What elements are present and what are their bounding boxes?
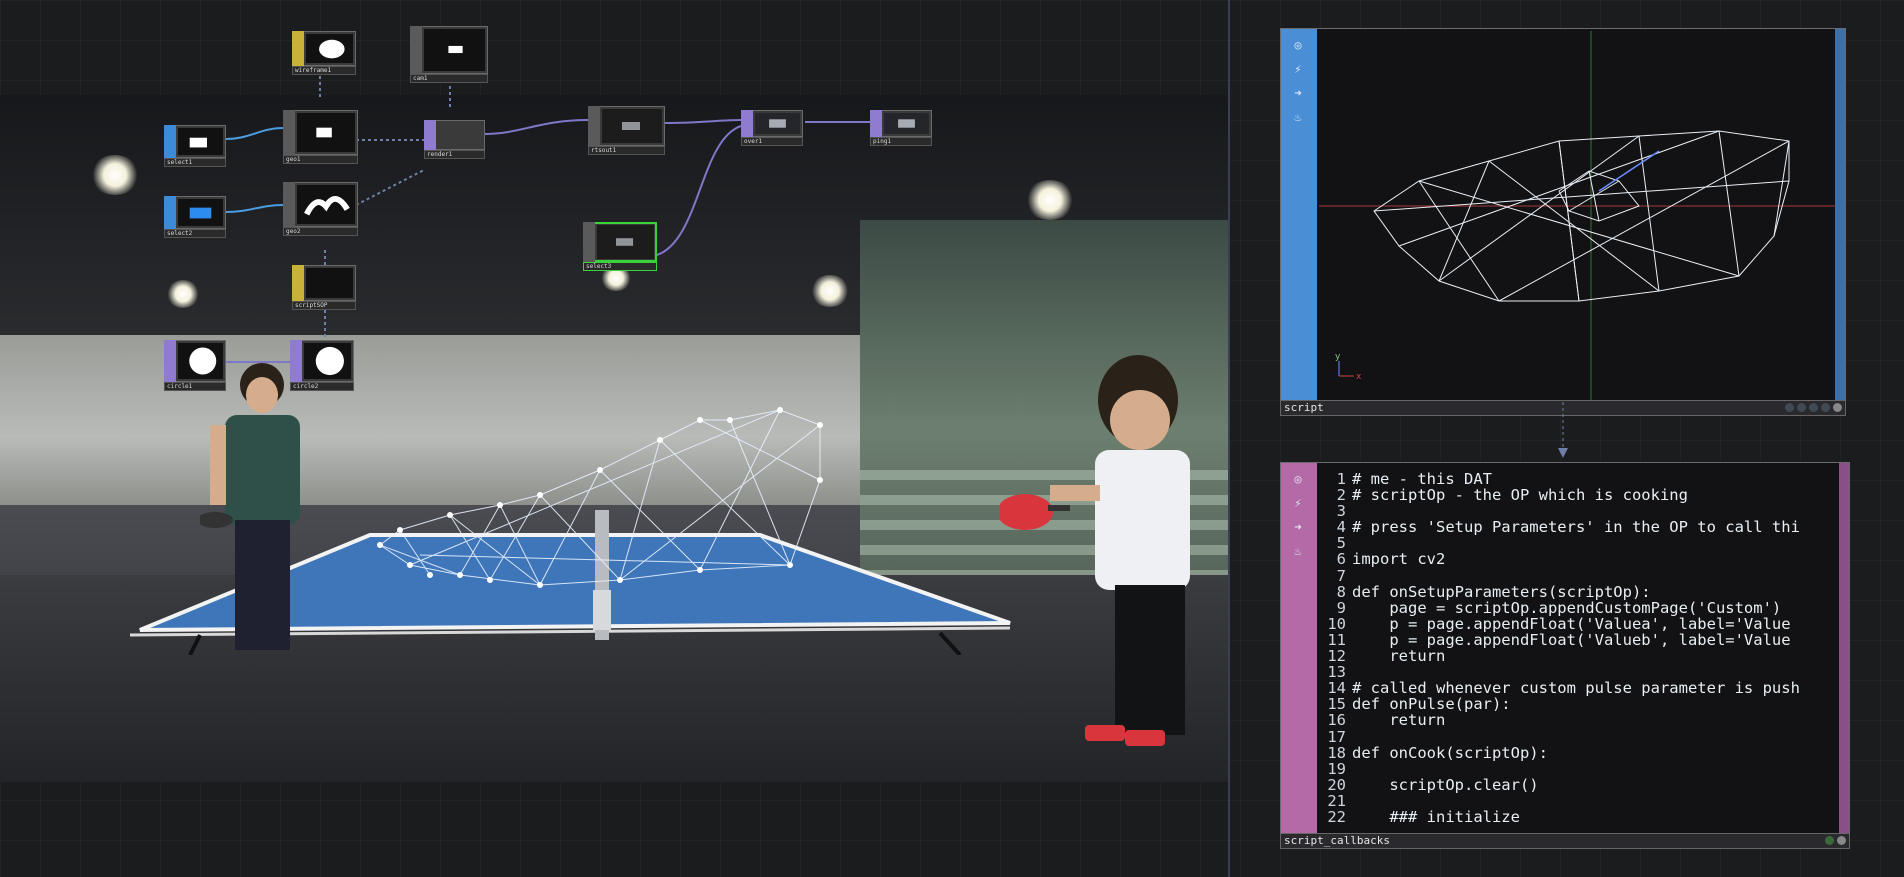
target-icon[interactable]: ◎ xyxy=(1287,469,1309,489)
node-label: cam1 xyxy=(410,74,488,83)
viewer-name-label: script_callbacks xyxy=(1284,834,1390,847)
node-label: select3 xyxy=(583,262,657,271)
code-line: 17 xyxy=(1327,727,1346,746)
viewer-flags xyxy=(1785,403,1842,412)
code-line: 9 page = scriptOp.appendCustomPage('Cust… xyxy=(1336,598,1782,617)
code-line: 4 # press 'Setup Parameters' in the OP to… xyxy=(1336,518,1800,537)
code-editor[interactable]: 1 # me - this DAT 2 # scriptOp - the OP wh… xyxy=(1318,471,1832,831)
viewer-right-bar[interactable] xyxy=(1839,463,1849,833)
node-label: scriptSOP xyxy=(292,301,356,310)
node-label: wireframe1 xyxy=(292,66,356,75)
code-line: 2 # scriptOp - the OP which is cooking xyxy=(1336,486,1688,505)
code-line: 8 def onSetupParameters(scriptOp): xyxy=(1336,582,1651,601)
viewer-side-toolbar: ◎ ⚡ ➜ ♨ xyxy=(1281,463,1317,833)
code-line: 18 def onCook(scriptOp): xyxy=(1327,743,1548,762)
arrow-right-icon[interactable]: ➜ xyxy=(1287,517,1309,537)
person-right xyxy=(1000,355,1190,746)
ceiling-light xyxy=(810,275,850,307)
code-line: 14 # called whenever custom pulse paramet… xyxy=(1327,679,1800,698)
code-line: 3 xyxy=(1336,502,1346,521)
target-icon[interactable]: ◎ xyxy=(1287,35,1309,55)
axis-label-y: y xyxy=(1335,352,1341,362)
node-circle-b[interactable]: circle2 xyxy=(290,340,354,391)
ceiling-light xyxy=(166,280,200,308)
code-line: 11 p = page.appendFloat('Valueb', label=… xyxy=(1327,630,1791,649)
code-line: 7 xyxy=(1336,566,1346,585)
node-label: select1 xyxy=(164,158,226,167)
viewer-name-bar[interactable]: script_callbacks xyxy=(1280,833,1850,849)
node-script-sop[interactable]: scriptSOP xyxy=(292,265,356,310)
viewer-name-label: script xyxy=(1284,401,1324,414)
node-rtsout[interactable]: rtsout1 xyxy=(588,106,665,155)
viewer-flags xyxy=(1825,836,1846,845)
node-label: circle2 xyxy=(290,382,354,391)
brush-icon[interactable]: ♨ xyxy=(1287,541,1309,561)
wireframe-mesh-overlay xyxy=(377,407,823,588)
viewer-connector xyxy=(1558,402,1568,458)
code-line: 22 ### initialize xyxy=(1327,807,1520,826)
viewer-side-toolbar: ◎ ⚡ ➜ ♨ xyxy=(1281,29,1317,400)
node-label: geo1 xyxy=(283,155,358,164)
node-label: circle1 xyxy=(164,382,226,391)
arrow-right-icon[interactable]: ➜ xyxy=(1287,83,1309,103)
node-circle-a[interactable]: circle1 xyxy=(164,340,226,391)
network-editor[interactable]: wireframe1 cam1 select1 geo1 render1 rts… xyxy=(0,0,1228,877)
code-line: 6 import cv2 xyxy=(1336,550,1446,569)
code-line: 1 # me - this DAT xyxy=(1336,471,1492,488)
code-line: 12 return xyxy=(1327,647,1446,666)
code-line: 10 p = page.appendFloat('Valuea', label=… xyxy=(1327,614,1791,633)
person-left xyxy=(200,363,300,650)
node-label: select2 xyxy=(164,229,226,238)
node-geo-b[interactable]: geo2 xyxy=(283,182,358,236)
node-label: geo2 xyxy=(283,227,358,236)
viewer-right-bar[interactable] xyxy=(1835,29,1845,400)
pane-divider[interactable] xyxy=(1228,0,1230,877)
brush-icon[interactable]: ♨ xyxy=(1287,107,1309,127)
code-line: 5 xyxy=(1336,534,1346,553)
lightning-icon[interactable]: ⚡ xyxy=(1287,493,1309,513)
node-over[interactable]: over1 xyxy=(741,110,803,146)
node-label: render1 xyxy=(424,150,485,159)
axis-label-x: x xyxy=(1356,372,1362,382)
node-render[interactable]: render1 xyxy=(424,120,485,159)
code-line: 16 return xyxy=(1327,711,1446,730)
node-wireframe[interactable]: wireframe1 xyxy=(292,31,356,75)
code-line: 20 scriptOp.clear() xyxy=(1327,775,1539,794)
code-line: 19 xyxy=(1327,759,1346,778)
geometry-wireframe-view[interactable]: y x xyxy=(1319,31,1835,400)
code-line: 21 xyxy=(1327,791,1346,810)
node-ping[interactable]: ping1 xyxy=(870,110,932,146)
node-geo-a[interactable]: geo1 xyxy=(283,110,358,164)
viewer-script-sop[interactable]: ◎ ⚡ ➜ ♨ y x script xyxy=(1280,28,1846,416)
code-line: 13 xyxy=(1327,663,1346,682)
node-select-b[interactable]: select2 xyxy=(164,196,226,238)
node-label: rtsout1 xyxy=(588,146,665,155)
ceiling-light xyxy=(1025,180,1075,220)
node-cam[interactable]: cam1 xyxy=(410,26,488,83)
node-label: ping1 xyxy=(870,137,932,146)
lightning-icon[interactable]: ⚡ xyxy=(1287,59,1309,79)
node-select-a[interactable]: select1 xyxy=(164,125,226,167)
ceiling-light xyxy=(90,155,140,195)
node-select-c-selected[interactable]: select3 xyxy=(583,222,657,271)
code-line: 15 def onPulse(par): xyxy=(1327,695,1511,714)
node-label: over1 xyxy=(741,137,803,146)
